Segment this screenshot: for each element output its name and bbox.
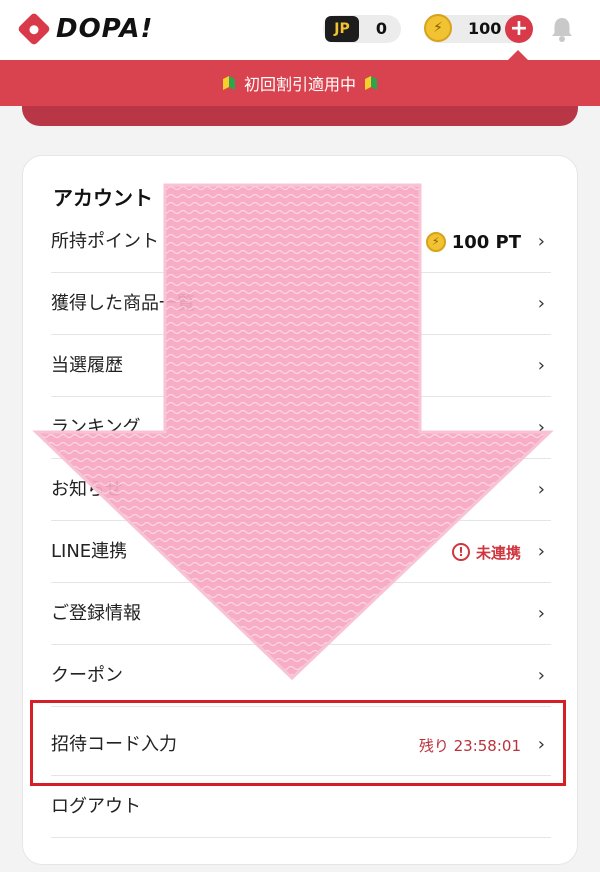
menu-item-label: ご登録情報: [51, 603, 141, 624]
menu-item-acquired-items[interactable]: 獲得した商品一覧 ›: [51, 273, 551, 335]
logo-text: DOPA!: [56, 14, 154, 44]
jackpot-counter[interactable]: JP 0: [323, 15, 401, 43]
menu-item-registration-info[interactable]: ご登録情報 ›: [51, 583, 551, 645]
warning-icon: !: [451, 543, 470, 561]
jp-value: 0: [375, 19, 387, 38]
menu-item-win-history[interactable]: 当選履歴 ›: [51, 335, 551, 397]
bell-icon[interactable]: [547, 14, 577, 44]
plus-icon: +: [509, 16, 529, 41]
menu-item-label: LINE連携: [51, 541, 128, 562]
menu-item-line-link[interactable]: LINE連携 ! 未連携 ›: [51, 521, 551, 583]
coin-icon: ⚡: [424, 14, 452, 42]
points-value: 100 PT: [451, 231, 521, 253]
menu-item-label: クーポン: [51, 665, 123, 686]
logo[interactable]: DOPA!: [17, 12, 154, 46]
logo-icon: [17, 12, 51, 46]
line-status: ! 未連携: [451, 521, 521, 583]
coin-value: 100: [468, 19, 502, 38]
chevron-right-icon: ›: [537, 293, 545, 314]
menu-item-label: 所持ポイント: [51, 231, 159, 252]
menu-item-ranking[interactable]: ランキング ›: [51, 397, 551, 459]
coin-icon: ⚡: [425, 232, 446, 252]
jp-icon: JP: [325, 16, 359, 42]
line-status-text: 未連携: [475, 543, 521, 562]
menu-item-label: 当選履歴: [51, 355, 123, 376]
banner-text: 初回割引適用中: [243, 75, 356, 94]
beginner-mark-icon: [222, 76, 235, 90]
menu-item-notifications[interactable]: お知らせ ›: [51, 459, 551, 521]
menu-item-label: 獲得した商品一覧: [51, 293, 195, 314]
chevron-right-icon: ›: [537, 479, 545, 500]
account-title: アカウント: [53, 186, 153, 210]
chevron-right-icon: ›: [537, 665, 545, 686]
chevron-right-icon: ›: [537, 603, 545, 624]
beginner-mark-icon: [365, 76, 377, 90]
banner-pointer: [508, 50, 528, 60]
menu-item-label: お知らせ: [51, 479, 123, 500]
add-coins-button[interactable]: +: [505, 15, 533, 43]
chevron-right-icon: ›: [537, 231, 545, 252]
chevron-right-icon: ›: [537, 417, 545, 438]
highlight-frame: [30, 700, 566, 786]
menu-item-points[interactable]: 所持ポイント ⚡ 100 PT ›: [51, 211, 551, 273]
menu-item-label: ランキング: [51, 417, 141, 438]
points-display: ⚡ 100 PT: [425, 211, 521, 273]
chevron-right-icon: ›: [537, 355, 545, 376]
menu-item-coupon[interactable]: クーポン ›: [51, 645, 551, 707]
discount-banner: 初回割引適用中: [0, 60, 600, 106]
chevron-right-icon: ›: [537, 541, 545, 562]
